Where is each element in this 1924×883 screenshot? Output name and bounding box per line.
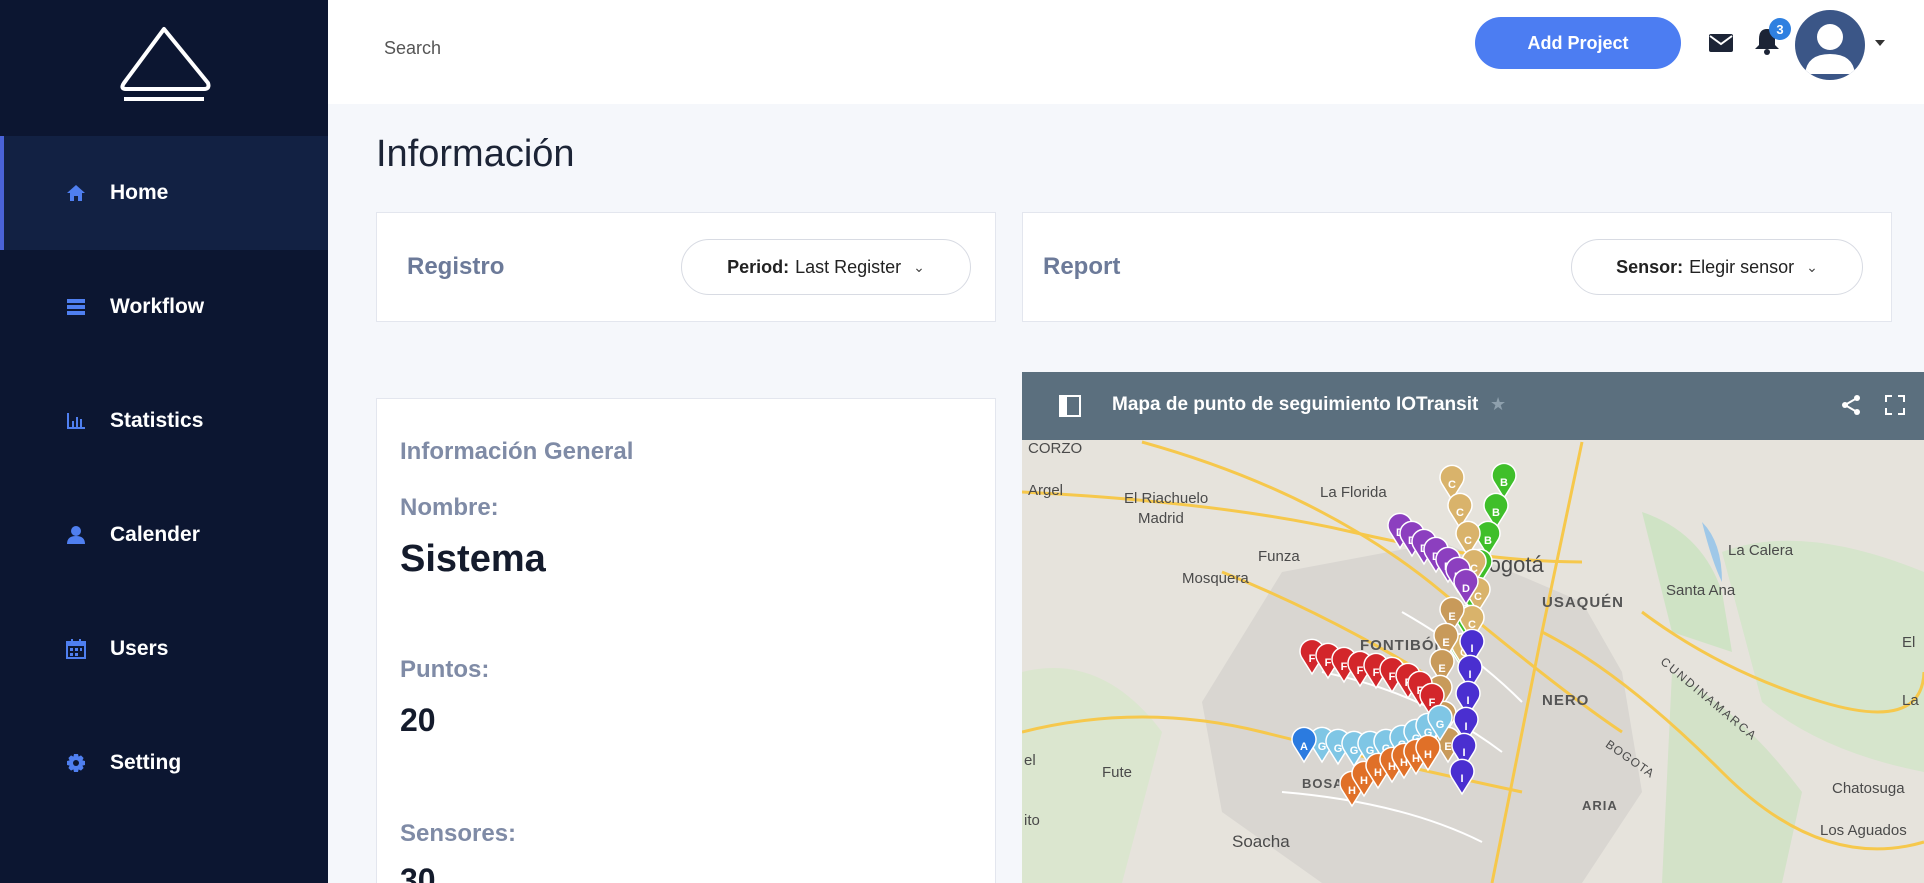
sensor-dropdown[interactable]: Sensor: Elegir sensor ⌄ bbox=[1571, 239, 1863, 295]
svg-text:G: G bbox=[1436, 719, 1445, 731]
sensors-value: 30 bbox=[400, 862, 436, 883]
svg-text:E: E bbox=[1444, 741, 1451, 753]
sidebar: Home Workflow Statistics Calender Users … bbox=[0, 0, 328, 883]
svg-text:C: C bbox=[1464, 535, 1472, 547]
statistics-icon bbox=[66, 411, 86, 431]
sensor-value: Elegir sensor bbox=[1689, 256, 1795, 277]
home-icon bbox=[66, 183, 86, 203]
svg-text:H: H bbox=[1348, 785, 1356, 797]
info-section-title: Información General bbox=[400, 438, 634, 465]
avatar[interactable] bbox=[1795, 10, 1865, 80]
info-card bbox=[376, 398, 996, 883]
svg-text:F: F bbox=[1309, 653, 1316, 665]
period-dropdown[interactable]: Period: Last Register ⌄ bbox=[681, 239, 971, 295]
search-input[interactable] bbox=[384, 33, 784, 63]
svg-text:B: B bbox=[1492, 507, 1500, 519]
sidebar-item-label: Statistics bbox=[110, 409, 204, 432]
calendar-icon bbox=[66, 639, 86, 659]
logo[interactable] bbox=[0, 0, 328, 132]
registro-card: Registro Period: Last Register ⌄ bbox=[376, 212, 996, 322]
svg-text:D: D bbox=[1462, 583, 1470, 595]
route-marker-A[interactable]: A bbox=[1291, 726, 1317, 764]
logo-icon bbox=[120, 27, 211, 101]
topbar: Add Project 3 bbox=[328, 0, 1924, 104]
name-value: Sistema bbox=[400, 538, 546, 580]
page-title: Información bbox=[376, 133, 575, 175]
sensor-label: Sensor: bbox=[1616, 256, 1684, 277]
sidebar-item-label: Calender bbox=[110, 523, 200, 546]
registro-title: Registro bbox=[407, 253, 505, 280]
sidebar-item-label: Users bbox=[110, 637, 169, 660]
sidebar-item-setting[interactable]: Setting bbox=[0, 706, 328, 820]
period-value: Last Register bbox=[795, 256, 902, 277]
points-value: 20 bbox=[400, 702, 436, 738]
svg-text:F: F bbox=[1357, 665, 1364, 677]
svg-text:F: F bbox=[1341, 661, 1348, 673]
svg-text:H: H bbox=[1360, 775, 1368, 787]
sidebar-item-label: Home bbox=[110, 181, 169, 204]
sidebar-item-label: Workflow bbox=[110, 295, 205, 318]
svg-text:I: I bbox=[1468, 669, 1471, 681]
svg-text:I: I bbox=[1462, 747, 1465, 759]
svg-text:C: C bbox=[1456, 507, 1464, 519]
mail-icon[interactable] bbox=[1708, 30, 1734, 56]
svg-text:G: G bbox=[1318, 741, 1327, 753]
svg-text:I: I bbox=[1460, 773, 1463, 785]
svg-text:I: I bbox=[1466, 695, 1469, 707]
add-project-button[interactable]: Add Project bbox=[1475, 17, 1681, 69]
sidebar-item-calender[interactable]: Calender bbox=[0, 478, 328, 592]
svg-text:G: G bbox=[1350, 745, 1359, 757]
report-title: Report bbox=[1043, 253, 1121, 280]
sensors-label: Sensores: bbox=[400, 820, 517, 847]
svg-text:F: F bbox=[1373, 667, 1380, 679]
user-icon bbox=[66, 525, 86, 545]
svg-text:B: B bbox=[1484, 535, 1492, 547]
map-view[interactable]: Mapa de punto de seguimiento IOTransit ★… bbox=[1022, 372, 1924, 883]
svg-text:F: F bbox=[1325, 657, 1332, 669]
svg-text:C: C bbox=[1474, 591, 1482, 603]
gear-icon bbox=[66, 753, 86, 773]
svg-text:H: H bbox=[1374, 767, 1382, 779]
sidebar-item-workflow[interactable]: Workflow bbox=[0, 250, 328, 364]
period-label: Period: bbox=[727, 256, 790, 277]
chevron-down-icon: ⌄ bbox=[913, 258, 925, 275]
sidebar-item-users[interactable]: Users bbox=[0, 592, 328, 706]
sidebar-item-statistics[interactable]: Statistics bbox=[0, 364, 328, 478]
points-label: Puntos: bbox=[400, 656, 490, 683]
name-label: Nombre: bbox=[400, 494, 499, 521]
svg-text:G: G bbox=[1334, 743, 1343, 755]
svg-text:E: E bbox=[1448, 611, 1455, 623]
svg-text:E: E bbox=[1442, 637, 1449, 649]
svg-text:C: C bbox=[1448, 479, 1456, 491]
sidebar-item-label: Setting bbox=[110, 751, 182, 774]
chevron-down-icon[interactable] bbox=[1875, 40, 1885, 46]
chevron-down-icon: ⌄ bbox=[1806, 258, 1818, 275]
svg-text:A: A bbox=[1300, 741, 1308, 753]
workflow-icon bbox=[66, 297, 86, 317]
svg-text:I: I bbox=[1464, 721, 1467, 733]
svg-text:I: I bbox=[1470, 643, 1473, 655]
svg-text:B: B bbox=[1500, 477, 1508, 489]
sidebar-item-home[interactable]: Home bbox=[0, 136, 328, 250]
svg-text:E: E bbox=[1438, 663, 1445, 675]
svg-text:F: F bbox=[1389, 671, 1396, 683]
svg-text:H: H bbox=[1424, 749, 1432, 761]
route-marker-I[interactable]: I bbox=[1449, 758, 1475, 796]
report-card: Report Sensor: Elegir sensor ⌄ bbox=[1022, 212, 1892, 322]
notification-badge: 3 bbox=[1769, 18, 1791, 40]
route-markers[interactable]: BBBBBBBCCCCCCCDDDDDDDEEEEEEIIIIIIFFFFFFF… bbox=[1022, 372, 1924, 883]
